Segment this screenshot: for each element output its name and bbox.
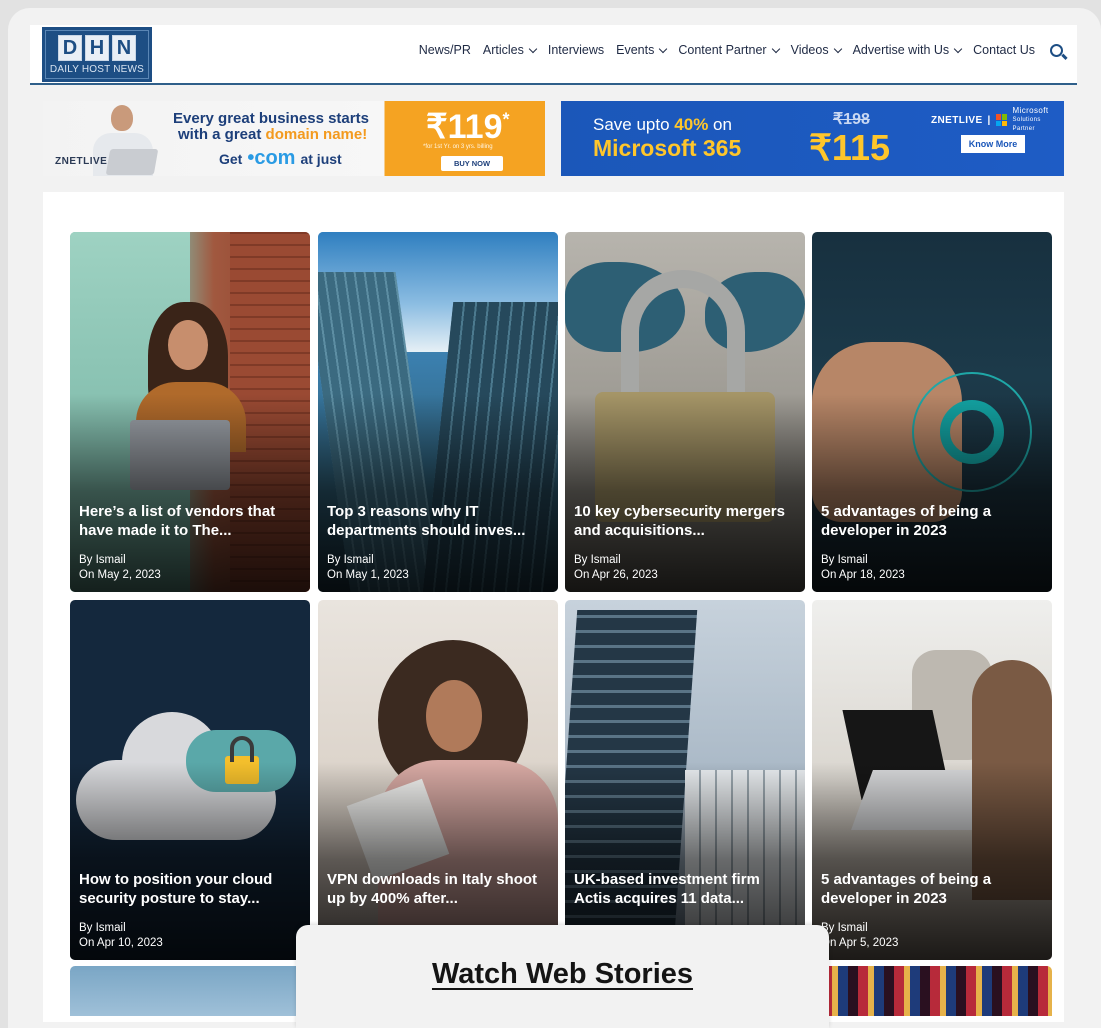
ad-laptop-shape [105, 149, 159, 175]
article-card[interactable]: 5 advantages of being a developer in 202… [812, 600, 1052, 960]
ad-get-text: Get [219, 151, 243, 167]
card-date: On Apr 10, 2023 [79, 937, 163, 949]
article-card-partial[interactable] [70, 966, 310, 1016]
chevron-down-icon [771, 44, 780, 53]
nav-label: Articles [482, 43, 524, 57]
buy-now-button[interactable]: BUY NOW [441, 156, 503, 171]
logo-letter-d: D [58, 35, 82, 61]
ad-partner-line2: Solutions Partner [1012, 117, 1041, 132]
ad-headline-line1: Every great business starts [173, 110, 369, 127]
logo-subtitle: DAILY HOST NEWS [49, 64, 145, 75]
nav-articles[interactable]: Articles [482, 43, 538, 57]
ad-brand-row: ZNETLIVE | Microsoft Solutions Partner [931, 107, 1064, 133]
microsoft-logo-icon [995, 114, 1008, 126]
nav-videos[interactable]: Videos [790, 43, 842, 57]
card-author: By Ismail [79, 922, 126, 934]
ad-headline-line3: Get •com at just [219, 147, 342, 170]
article-card[interactable]: Top 3 reasons why IT departments should … [318, 232, 558, 592]
article-card[interactable]: 5 advantages of being a developer in 202… [812, 232, 1052, 592]
know-more-button[interactable]: Know More [961, 135, 1025, 153]
ad-com-text: •com [247, 147, 296, 169]
card-title[interactable]: 5 advantages of being a developer in 202… [821, 502, 1044, 540]
search-icon[interactable] [1050, 43, 1063, 57]
card-title[interactable]: VPN downloads in Italy shoot up by 400% … [327, 870, 550, 908]
nav-label: Interviews [547, 43, 605, 57]
ad-product-name: Microsoft 365 [593, 135, 742, 161]
ad-save-highlight: 40% [674, 115, 709, 134]
site-logo[interactable]: D H N DAILY HOST NEWS [42, 27, 152, 82]
card-date: On Apr 18, 2023 [821, 569, 905, 581]
nav-label: Events [616, 43, 655, 57]
ad-headline-highlight: domain name! [265, 126, 368, 143]
main-nav: News/PR Articles Interviews Events Conte… [419, 43, 1063, 57]
nav-content-partner[interactable]: Content Partner [678, 43, 780, 57]
article-card[interactable]: UK-based investment firm Actis acquires … [565, 600, 805, 960]
ad-price-value: ₹119 [426, 108, 503, 146]
logo-badge: D H N DAILY HOST NEWS [45, 30, 149, 79]
ad-save-line: Save upto 40% on [593, 115, 732, 135]
ad-partner-line1: Microsoft [1012, 106, 1049, 115]
chevron-down-icon [953, 44, 963, 53]
ad-old-price: ₹198 [833, 111, 870, 128]
nav-advertise[interactable]: Advertise with Us [852, 43, 963, 57]
nav-label: News/PR [418, 43, 471, 57]
ad-person-head [111, 105, 133, 131]
ad-save-pre: Save upto [593, 115, 675, 134]
card-date: On Apr 5, 2023 [821, 937, 899, 949]
logo-letter-h: H [85, 35, 109, 61]
watch-web-stories-link[interactable]: Watch Web Stories [296, 958, 829, 991]
ad-price-mark: * [502, 109, 510, 130]
ad-fine-print: *for 1st Yr. on 3 yrs. billing [423, 144, 493, 150]
nav-label: Advertise with Us [852, 43, 950, 57]
card-date: On May 1, 2023 [327, 569, 409, 581]
banner-domain-ad[interactable]: ZNETLIVE Every great business starts wit… [43, 101, 545, 176]
ad-price: ₹119* [426, 107, 510, 147]
card-author: By Ismail [327, 554, 374, 566]
ad-new-price: ₹115 [809, 127, 890, 168]
card-title[interactable]: How to position your cloud security post… [79, 870, 302, 908]
divider-bar: | [987, 114, 991, 126]
nav-events[interactable]: Events [616, 43, 668, 57]
ad-save-post: on [708, 115, 732, 134]
article-card[interactable]: VPN downloads in Italy shoot up by 400% … [318, 600, 558, 960]
card-title[interactable]: 5 advantages of being a developer in 202… [821, 870, 1044, 908]
card-title[interactable]: UK-based investment firm Actis acquires … [574, 870, 797, 908]
web-stories-panel[interactable]: Watch Web Stories [296, 925, 829, 1028]
logo-letter-n: N [112, 35, 136, 61]
card-title[interactable]: Top 3 reasons why IT departments should … [327, 502, 550, 540]
article-card[interactable]: Here’s a list of vendors that have made … [70, 232, 310, 592]
ad-partner-text: Microsoft Solutions Partner [1012, 107, 1064, 133]
nav-contact-us[interactable]: Contact Us [973, 43, 1035, 57]
banner-microsoft-ad[interactable]: Save upto 40% on Microsoft 365 ₹198 ₹115… [561, 101, 1064, 176]
card-author: By Ismail [574, 554, 621, 566]
article-card[interactable]: How to position your cloud security post… [70, 600, 310, 960]
ad-brand-znetlive: ZNETLIVE [55, 156, 108, 167]
card-title[interactable]: 10 key cybersecurity mergers and acquisi… [574, 502, 797, 540]
ad-brand-znetlive: ZNETLIVE [931, 114, 983, 126]
logo-letters: D H N [58, 35, 136, 61]
chevron-down-icon [528, 44, 538, 53]
card-title[interactable]: Here’s a list of vendors that have made … [79, 502, 302, 540]
nav-label: Content Partner [678, 43, 767, 57]
article-card-partial[interactable] [812, 966, 1052, 1016]
chevron-down-icon [833, 44, 842, 53]
card-author: By Ismail [821, 554, 868, 566]
ad-at-just-text: at just [300, 151, 342, 167]
nav-news-pr[interactable]: News/PR [419, 43, 471, 57]
article-card[interactable]: 10 key cybersecurity mergers and acquisi… [565, 232, 805, 592]
site-header: D H N DAILY HOST NEWS News/PR Articles I… [30, 25, 1077, 85]
card-date: On Apr 26, 2023 [574, 569, 658, 581]
ad-headline-line2: with a great domain name! [178, 126, 367, 143]
chevron-down-icon [659, 44, 668, 53]
nav-label: Videos [790, 43, 829, 57]
card-date: On May 2, 2023 [79, 569, 161, 581]
nav-label: Contact Us [973, 43, 1035, 57]
ad-headline-line2-pre: with a great [178, 126, 266, 143]
nav-interviews[interactable]: Interviews [548, 43, 604, 57]
card-author: By Ismail [79, 554, 126, 566]
